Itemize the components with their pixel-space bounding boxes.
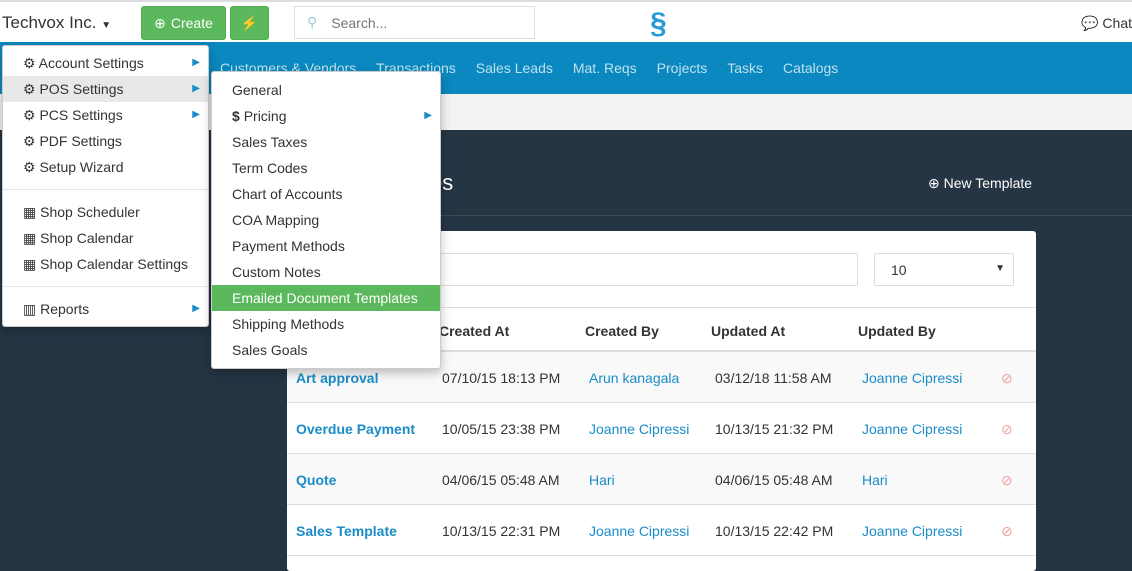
created-at: 04/06/15 05:48 AM	[442, 472, 560, 488]
caret-down-icon: ▼	[101, 20, 112, 31]
updated-by-link[interactable]: Hari	[862, 472, 888, 488]
caret-down-icon: ▼	[995, 263, 1005, 274]
updated-at: 10/13/15 22:42 PM	[715, 523, 834, 539]
submenu-item[interactable]: Payment Methods	[212, 233, 440, 259]
created-by-link[interactable]: Joanne Cipressi	[589, 523, 689, 539]
template-name-link[interactable]: Overdue Payment	[296, 421, 415, 437]
filter-input[interactable]	[427, 253, 858, 286]
menu-account-settings[interactable]: ⚙ Account Settings ▶	[3, 50, 208, 76]
menu-pos-settings[interactable]: ⚙ POS Settings ▶	[3, 76, 208, 102]
submenu-item[interactable]: Sales Goals	[212, 337, 440, 363]
template-name-link[interactable]: Art approval	[296, 370, 378, 386]
chevron-right-icon: ▶	[192, 303, 200, 314]
chevron-right-icon: ▶	[192, 83, 200, 94]
menu-shop-calendar[interactable]: ▦ Shop Calendar	[3, 225, 208, 251]
submenu-item[interactable]: $ Pricing ▶	[212, 103, 440, 129]
dollar-icon: $	[232, 108, 244, 124]
plus-circle-icon: ⊕	[154, 14, 166, 31]
divider	[3, 286, 208, 287]
menu-pcs-settings[interactable]: ⚙ PCS Settings ▶	[3, 102, 208, 128]
company-dropdown[interactable]: Techvox Inc. ▼	[2, 13, 111, 33]
create-button[interactable]: ⊕ Create	[141, 6, 226, 40]
created-by-link[interactable]: Joanne Cipressi	[589, 421, 689, 437]
pos-settings-submenu: General $ Pricing ▶ Sales Taxes Term Codes Ch…	[211, 71, 441, 369]
created-by-link[interactable]: Hari	[589, 472, 615, 488]
submenu-item[interactable]: Emailed Document Templates	[212, 285, 440, 311]
top-bar: Techvox Inc. ▼ ⊕Create ⚡ ⚲ § 💬 Chat	[0, 0, 1132, 42]
settings-menu: ⚙ Account Settings ▶ ⚙ POS Settings ▶ ⚙ PC…	[2, 45, 209, 327]
comment-icon: 💬	[1081, 15, 1099, 31]
search-icon: ⚲	[307, 14, 318, 30]
menu-reports[interactable]: ▥ Reports ▶	[3, 296, 208, 322]
menu-pdf-settings[interactable]: ⚙ PDF Settings	[3, 128, 208, 154]
submenu-item[interactable]: General	[212, 77, 440, 103]
submenu-item[interactable]: COA Mapping	[212, 207, 440, 233]
created-by-link[interactable]: Arun kanagala	[589, 370, 679, 386]
chevron-right-icon: ▶	[192, 57, 200, 68]
nav-sales-leads[interactable]: Sales Leads	[476, 60, 553, 76]
page-size-select[interactable]: 10 ▼	[874, 253, 1014, 286]
file-bolt-icon: ⚡	[240, 14, 259, 31]
submenu-item[interactable]: Term Codes	[212, 155, 440, 181]
menu-setup-wizard[interactable]: ⚙ Setup Wizard	[3, 154, 208, 180]
chat-button[interactable]: 💬 Chat	[1081, 15, 1132, 32]
col-updated-by[interactable]: Updated By	[858, 323, 936, 339]
updated-by-link[interactable]: Joanne Cipressi	[862, 370, 962, 386]
table-row: Overdue Payment 10/05/15 23:38 PM Joanne C…	[287, 403, 1036, 454]
submenu-item[interactable]: Sales Taxes	[212, 129, 440, 155]
quick-action-button[interactable]: ⚡	[230, 6, 269, 40]
col-updated-at[interactable]: Updated At	[711, 323, 785, 339]
delete-icon[interactable]: ⊘	[1001, 472, 1013, 489]
updated-at: 10/13/15 21:32 PM	[715, 421, 834, 437]
nav-projects[interactable]: Projects	[657, 60, 708, 76]
logo: §	[650, 7, 667, 40]
delete-icon[interactable]: ⊘	[1001, 523, 1013, 540]
col-created-at[interactable]: Created At	[439, 323, 509, 339]
nav-catalogs[interactable]: Catalogs	[783, 60, 838, 76]
updated-at: 04/06/15 05:48 AM	[715, 472, 833, 488]
submenu-item[interactable]: Shipping Methods	[212, 311, 440, 337]
table-row: Quote 04/06/15 05:48 AM Hari 04/06/15 05:48…	[287, 454, 1036, 505]
divider	[3, 189, 208, 190]
created-at: 10/05/15 23:38 PM	[442, 421, 561, 437]
chevron-right-icon: ▶	[424, 110, 432, 121]
search-box: ⚲	[294, 6, 535, 39]
chevron-right-icon: ▶	[192, 109, 200, 120]
table-row: Sales Template 10/13/15 22:31 PM Joanne Ci…	[287, 505, 1036, 556]
updated-at: 03/12/18 11:58 AM	[715, 370, 832, 386]
menu-shop-scheduler[interactable]: ▦ Shop Scheduler	[3, 199, 208, 225]
template-name-link[interactable]: Sales Template	[296, 523, 397, 539]
nav-mat-reqs[interactable]: Mat. Reqs	[573, 60, 637, 76]
col-created-by[interactable]: Created By	[585, 323, 659, 339]
new-template-button[interactable]: ⊕ New Template	[928, 175, 1032, 192]
updated-by-link[interactable]: Joanne Cipressi	[862, 523, 962, 539]
menu-shop-calendar-settings[interactable]: ▦ Shop Calendar Settings	[3, 251, 208, 277]
created-at: 10/13/15 22:31 PM	[442, 523, 561, 539]
delete-icon[interactable]: ⊘	[1001, 370, 1013, 387]
template-name-link[interactable]: Quote	[296, 472, 336, 488]
search-input[interactable]	[331, 14, 512, 31]
submenu-item[interactable]: Custom Notes	[212, 259, 440, 285]
created-at: 07/10/15 18:13 PM	[442, 370, 561, 386]
plus-circle-icon: ⊕	[928, 175, 940, 191]
submenu-item[interactable]: Chart of Accounts	[212, 181, 440, 207]
updated-by-link[interactable]: Joanne Cipressi	[862, 421, 962, 437]
nav-tasks[interactable]: Tasks	[727, 60, 763, 76]
delete-icon[interactable]: ⊘	[1001, 421, 1013, 438]
